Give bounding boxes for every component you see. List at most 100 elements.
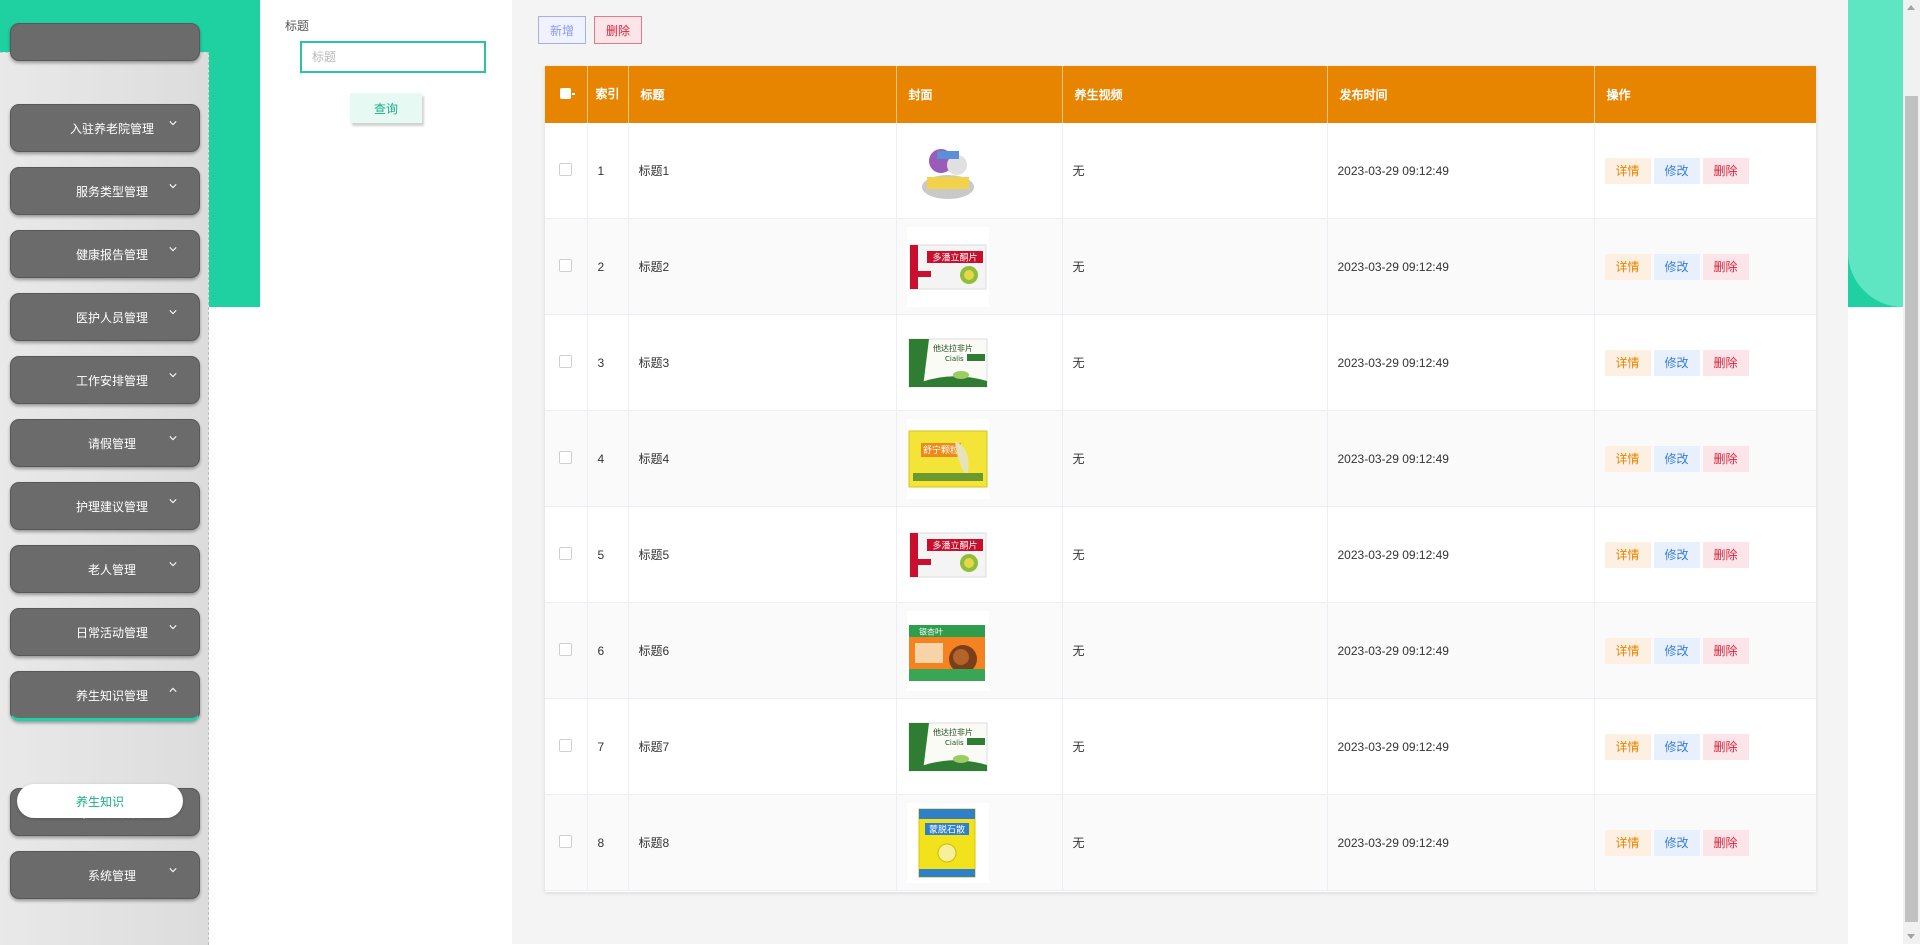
cell-cover: 舒宁颗粒 xyxy=(896,410,1063,507)
scroll-down-icon[interactable] xyxy=(1907,934,1915,939)
sidebar-item-10[interactable]: 养生知识管理 xyxy=(10,671,200,721)
delete-button[interactable]: 删除 xyxy=(1702,349,1749,376)
chevron-down-icon xyxy=(169,121,177,126)
detail-button[interactable]: 详情 xyxy=(1604,541,1651,568)
edit-button[interactable]: 修改 xyxy=(1653,445,1700,472)
cover-text: 银杏叶 xyxy=(919,626,943,636)
cell-video: 无 xyxy=(1062,218,1328,315)
sidebar-subitem-label: 养生知识 xyxy=(75,794,124,809)
query-button[interactable]: 查询 xyxy=(350,93,422,123)
svg-text:Cialis: Cialis xyxy=(945,355,964,363)
sidebar-item-9[interactable]: 日常活动管理 xyxy=(10,608,200,656)
select-all-checkbox[interactable] xyxy=(560,87,576,99)
delete-button[interactable]: 删除 xyxy=(1702,253,1749,280)
row-checkbox[interactable] xyxy=(559,642,573,656)
detail-button[interactable]: 详情 xyxy=(1604,733,1651,760)
cell-operations: 详情 修改 删除 xyxy=(1594,794,1816,891)
sidebar-item-hidden[interactable] xyxy=(10,23,200,61)
search-label: 标题 xyxy=(285,19,310,33)
page-scrollbar[interactable] xyxy=(1903,0,1920,944)
row-checkbox[interactable] xyxy=(559,738,573,752)
cell-index: 6 xyxy=(587,602,629,699)
chevron-down-icon xyxy=(169,373,177,378)
sidebar-item-2[interactable]: 服务类型管理 xyxy=(10,167,200,215)
batch-delete-button[interactable]: 删除 xyxy=(594,16,642,44)
edit-button[interactable]: 修改 xyxy=(1653,541,1700,568)
row-checkbox[interactable] xyxy=(559,546,573,560)
cell-video: 无 xyxy=(1062,506,1328,603)
edit-button[interactable]: 修改 xyxy=(1653,637,1700,664)
cover-text: 舒宁颗粒 xyxy=(922,444,958,456)
cell-index: 8 xyxy=(587,794,629,891)
sidebar-item-12[interactable]: 系统管理 xyxy=(10,851,200,899)
edit-button[interactable]: 修改 xyxy=(1653,349,1700,376)
edit-button[interactable]: 修改 xyxy=(1653,253,1700,280)
cell-cover: 蒙脱石散 xyxy=(896,794,1063,891)
cover-image: 银杏叶 xyxy=(906,610,989,691)
chevron-down-icon xyxy=(169,625,177,630)
cell-index: 3 xyxy=(587,314,629,411)
sidebar-subitem-wellness-knowledge[interactable]: 养生知识 xyxy=(17,784,183,818)
sidebar-item-3[interactable]: 健康报告管理 xyxy=(10,230,200,278)
detail-button[interactable]: 详情 xyxy=(1604,637,1651,664)
delete-button[interactable]: 删除 xyxy=(1702,637,1749,664)
delete-button[interactable]: 删除 xyxy=(1702,157,1749,184)
cell-operations: 详情 修改 删除 xyxy=(1594,314,1816,411)
delete-button[interactable]: 删除 xyxy=(1702,445,1749,472)
cell-title: 标题7 xyxy=(628,698,897,795)
edit-button[interactable]: 修改 xyxy=(1653,829,1700,856)
svg-text:Cialis: Cialis xyxy=(945,739,964,747)
edit-button[interactable]: 修改 xyxy=(1653,157,1700,184)
main-content: 新增 删除 索引 标题 封面 养生视频 发布时间 操作 1 标题1 无 2023… xyxy=(512,0,1848,944)
cover-text: 他达拉非片 xyxy=(933,343,973,353)
header-video: 养生视频 xyxy=(1062,66,1328,123)
title-search-input[interactable] xyxy=(300,41,486,73)
sidebar-item-6[interactable]: 请假管理 xyxy=(10,419,200,467)
scrollbar-thumb[interactable] xyxy=(1905,96,1918,922)
cell-video: 无 xyxy=(1062,698,1328,795)
delete-button[interactable]: 删除 xyxy=(1702,829,1749,856)
header-operations: 操作 xyxy=(1594,66,1816,123)
detail-button[interactable]: 详情 xyxy=(1604,445,1651,472)
row-checkbox[interactable] xyxy=(559,258,573,272)
cell-index: 2 xyxy=(587,218,629,315)
chevron-down-icon xyxy=(169,184,177,189)
cell-video: 无 xyxy=(1062,123,1328,219)
sidebar-item-label: 护理建议管理 xyxy=(75,499,148,514)
scroll-up-icon[interactable] xyxy=(1907,5,1915,10)
row-checkbox[interactable] xyxy=(559,834,573,848)
detail-button[interactable]: 详情 xyxy=(1604,157,1651,184)
cell-index: 4 xyxy=(587,410,629,507)
row-select-cell xyxy=(545,218,588,315)
detail-button[interactable]: 详情 xyxy=(1604,349,1651,376)
sidebar-item-8[interactable]: 老人管理 xyxy=(10,545,200,593)
row-checkbox[interactable] xyxy=(559,162,573,176)
cell-publish-time: 2023-03-29 09:12:49 xyxy=(1327,314,1595,411)
row-checkbox[interactable] xyxy=(559,354,573,368)
table-row: 5 标题5 多潘立酮片无 2023-03-29 09:12:49 详情 修改 删除 xyxy=(545,506,1816,603)
table-row: 7 标题7 他达拉非片 Cialis 无 2023-03-29 09:12:49 详情 修改删… xyxy=(545,698,1816,795)
cell-index: 5 xyxy=(587,506,629,603)
decorative-shape xyxy=(1848,0,1903,307)
sidebar-item-4[interactable]: 医护人员管理 xyxy=(10,293,200,341)
sidebar-item-5[interactable]: 工作安排管理 xyxy=(10,356,200,404)
cover-text: 蒙脱石散 xyxy=(928,823,964,835)
table-header-row: 索引 标题 封面 养生视频 发布时间 操作 xyxy=(545,66,1816,123)
edit-button[interactable]: 修改 xyxy=(1653,733,1700,760)
sidebar-item-1[interactable]: 入驻养老院管理 xyxy=(10,104,200,152)
cell-title: 标题2 xyxy=(628,218,897,315)
sidebar-item-label: 日常活动管理 xyxy=(75,625,148,640)
cell-publish-time: 2023-03-29 09:12:49 xyxy=(1327,410,1595,507)
cell-operations: 详情 修改 删除 xyxy=(1594,698,1816,795)
delete-button[interactable]: 删除 xyxy=(1702,733,1749,760)
add-button[interactable]: 新增 xyxy=(538,16,586,44)
chevron-down-icon xyxy=(169,436,177,441)
cell-operations: 详情 修改 删除 xyxy=(1594,218,1816,315)
detail-button[interactable]: 详情 xyxy=(1604,829,1651,856)
detail-button[interactable]: 详情 xyxy=(1604,253,1651,280)
cover-image: 多潘立酮片 xyxy=(906,226,989,307)
chevron-down-icon xyxy=(169,562,177,567)
row-checkbox[interactable] xyxy=(559,450,573,464)
delete-button[interactable]: 删除 xyxy=(1702,541,1749,568)
sidebar-item-7[interactable]: 护理建议管理 xyxy=(10,482,200,530)
